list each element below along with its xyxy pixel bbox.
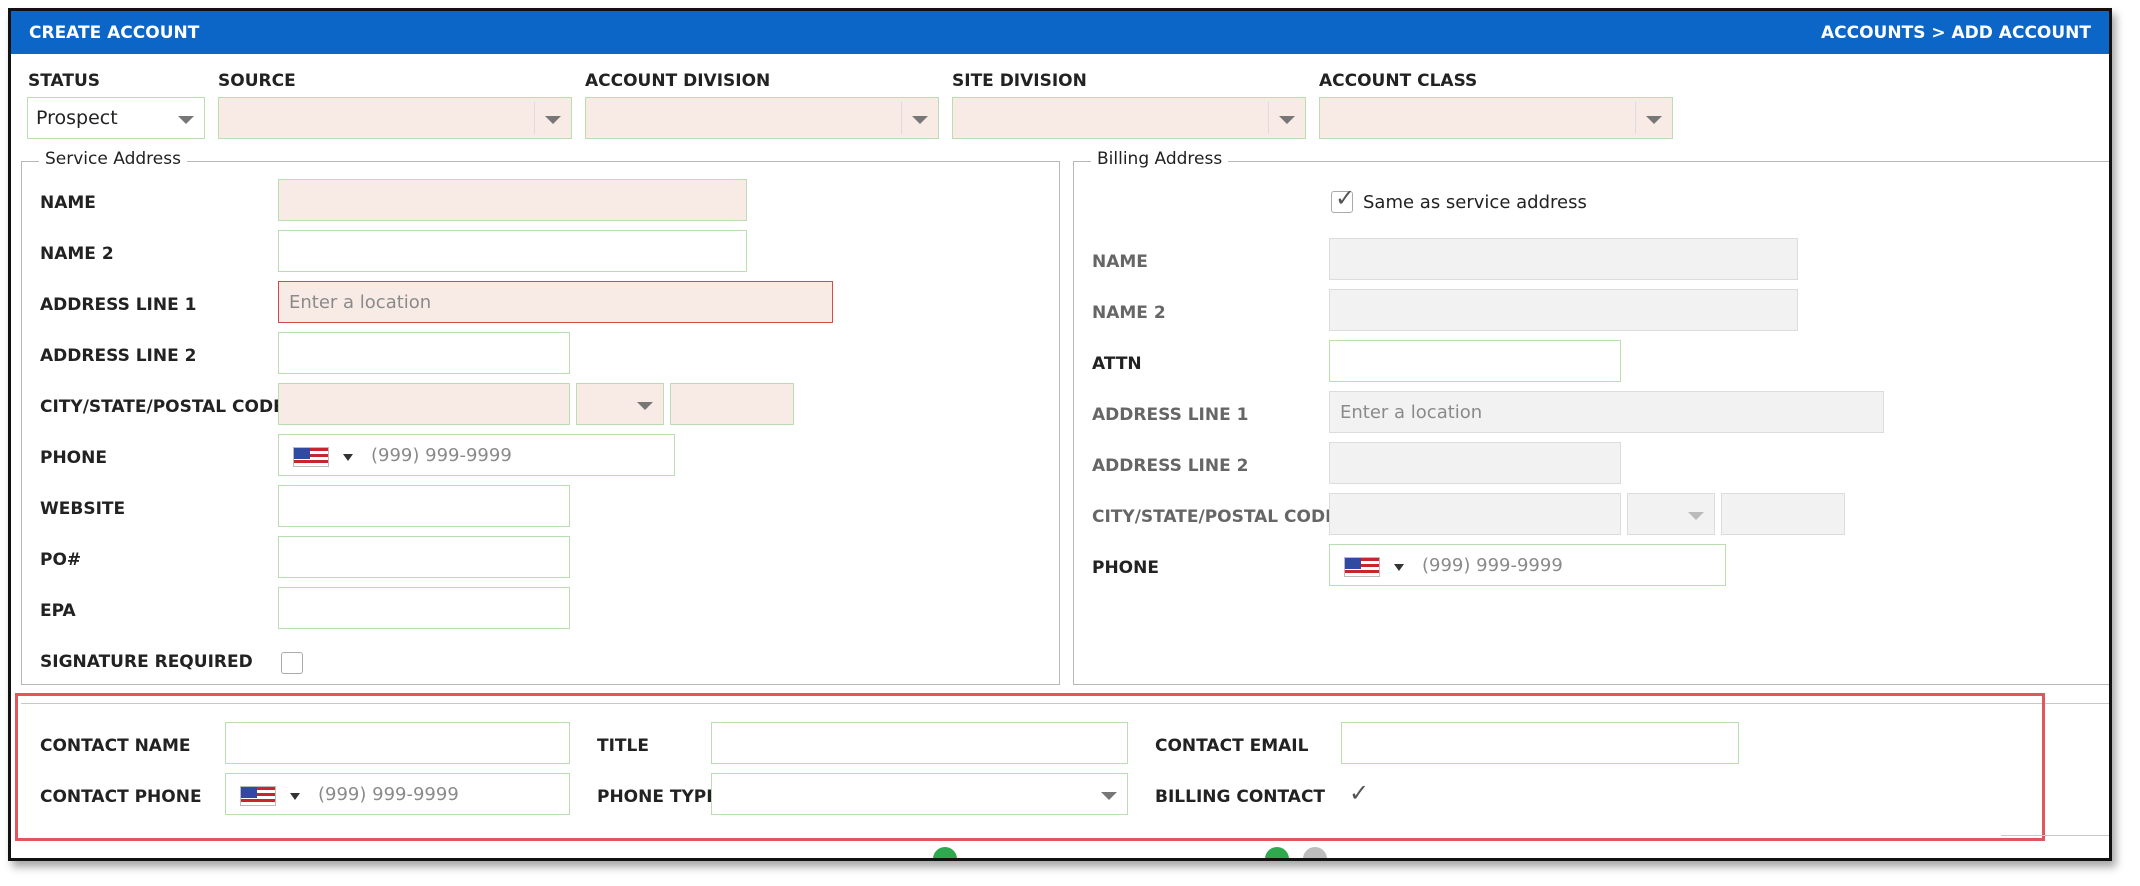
contact-email-input[interactable]: [1341, 722, 1739, 764]
billing-address1-placeholder: Enter a location: [1340, 402, 1483, 423]
breadcrumb[interactable]: ACCOUNTS > ADD ACCOUNT: [1821, 23, 2091, 43]
checkmark-icon: ✓: [1349, 779, 1370, 807]
status-select[interactable]: Prospect: [27, 97, 205, 139]
billing-address2-input[interactable]: [1329, 442, 1621, 484]
status-indicator-icon: [933, 847, 957, 858]
status-indicator-icon: [1265, 847, 1289, 858]
account-class-label: ACCOUNT CLASS: [1319, 71, 1478, 91]
phone-type-label: PHONE TYPE: [597, 787, 718, 807]
chevron-down-icon: [1279, 116, 1295, 124]
service-address1-input[interactable]: Enter a location: [278, 281, 833, 323]
billing-contact-label: BILLING CONTACT: [1155, 787, 1326, 807]
chevron-down-icon: [1101, 792, 1117, 800]
service-name2-label: NAME 2: [40, 244, 114, 264]
service-postal-input[interactable]: [670, 383, 794, 425]
phone-placeholder: (999) 999-9999: [371, 445, 512, 466]
status-indicator-icon: [1303, 847, 1327, 858]
select-divider: [534, 102, 535, 134]
us-flag-icon[interactable]: [1344, 557, 1380, 577]
billing-city-label: CITY/STATE/POSTAL CODE: [1092, 507, 1337, 527]
service-epa-label: EPA: [40, 601, 76, 621]
same-as-service-checkbox[interactable]: ✓: [1331, 186, 1355, 213]
account-division-select[interactable]: [585, 97, 939, 139]
checkmark-icon: ✓: [1335, 184, 1356, 212]
contact-name-label: CONTACT NAME: [40, 736, 191, 756]
billing-name-label: NAME: [1092, 252, 1148, 272]
site-division-label: SITE DIVISION: [952, 71, 1087, 91]
service-phone-label: PHONE: [40, 448, 107, 468]
contact-phone-input[interactable]: (999) 999-9999: [225, 773, 570, 815]
service-city-label: CITY/STATE/POSTAL CODE: [40, 397, 285, 417]
contact-section-highlight: [15, 693, 2045, 841]
status-value: Prospect: [36, 107, 118, 129]
chevron-down-icon: [1646, 116, 1662, 124]
select-divider: [1268, 102, 1269, 134]
signature-required-checkbox[interactable]: [281, 652, 303, 674]
chevron-down-icon: [637, 402, 653, 410]
billing-city-input[interactable]: [1329, 493, 1621, 535]
service-address1-label: ADDRESS LINE 1: [40, 295, 197, 315]
billing-name2-label: NAME 2: [1092, 303, 1166, 323]
account-division-label: ACCOUNT DIVISION: [585, 71, 771, 91]
billing-attn-input[interactable]: [1329, 340, 1621, 382]
service-name-input[interactable]: [278, 179, 747, 221]
service-website-label: WEBSITE: [40, 499, 126, 519]
chevron-down-icon: [1688, 512, 1704, 520]
chevron-down-icon[interactable]: [1394, 564, 1404, 571]
contact-phone-placeholder: (999) 999-9999: [318, 784, 459, 805]
billing-contact-checkbox[interactable]: ✓: [1345, 781, 1369, 808]
billing-name2-input[interactable]: [1329, 289, 1798, 331]
service-city-input[interactable]: [278, 383, 570, 425]
billing-address2-label: ADDRESS LINE 2: [1092, 456, 1249, 476]
billing-postal-input[interactable]: [1721, 493, 1845, 535]
us-flag-icon[interactable]: [293, 447, 329, 467]
chevron-down-icon[interactable]: [343, 454, 353, 461]
service-address2-label: ADDRESS LINE 2: [40, 346, 197, 366]
select-divider: [1635, 102, 1636, 134]
signature-required-label: SIGNATURE REQUIRED: [40, 652, 253, 672]
chevron-down-icon: [178, 116, 194, 124]
service-address-legend: Service Address: [39, 149, 187, 169]
contact-title-input[interactable]: [711, 722, 1128, 764]
same-as-service-label[interactable]: Same as service address: [1363, 192, 1587, 213]
us-flag-icon[interactable]: [240, 786, 276, 806]
chevron-down-icon[interactable]: [290, 793, 300, 800]
contact-name-input[interactable]: [225, 722, 570, 764]
page-title: CREATE ACCOUNT: [29, 23, 200, 43]
site-division-select[interactable]: [952, 97, 1306, 139]
service-state-select[interactable]: [576, 383, 664, 425]
billing-state-select[interactable]: [1627, 493, 1715, 535]
service-address2-input[interactable]: [278, 332, 570, 374]
contact-email-label: CONTACT EMAIL: [1155, 736, 1309, 756]
create-account-window: CREATE ACCOUNT ACCOUNTS > ADD ACCOUNT ST…: [8, 8, 2112, 861]
billing-address-legend: Billing Address: [1091, 149, 1229, 169]
billing-phone-label: PHONE: [1092, 558, 1159, 578]
chevron-down-icon: [912, 116, 928, 124]
phone-type-select[interactable]: [711, 773, 1128, 815]
service-website-input[interactable]: [278, 485, 570, 527]
account-class-select[interactable]: [1319, 97, 1673, 139]
source-select[interactable]: [218, 97, 572, 139]
billing-address1-input[interactable]: Enter a location: [1329, 391, 1884, 433]
service-phone-input[interactable]: (999) 999-9999: [278, 434, 675, 476]
billing-name-input[interactable]: [1329, 238, 1798, 280]
address1-placeholder: Enter a location: [289, 292, 432, 313]
source-label: SOURCE: [218, 71, 296, 91]
contact-phone-label: CONTACT PHONE: [40, 787, 202, 807]
billing-address1-label: ADDRESS LINE 1: [1092, 405, 1249, 425]
select-divider: [901, 102, 902, 134]
status-label: STATUS: [28, 71, 101, 91]
service-po-input[interactable]: [278, 536, 570, 578]
service-epa-input[interactable]: [278, 587, 570, 629]
divider: [2001, 835, 2109, 836]
page-header: CREATE ACCOUNT ACCOUNTS > ADD ACCOUNT: [11, 11, 2109, 54]
billing-phone-placeholder: (999) 999-9999: [1422, 555, 1563, 576]
billing-phone-input[interactable]: (999) 999-9999: [1329, 544, 1726, 586]
contact-title-label: TITLE: [597, 736, 649, 756]
chevron-down-icon: [545, 116, 561, 124]
service-name2-input[interactable]: [278, 230, 747, 272]
service-po-label: PO#: [40, 550, 82, 570]
service-name-label: NAME: [40, 193, 96, 213]
billing-attn-label: ATTN: [1092, 354, 1142, 374]
